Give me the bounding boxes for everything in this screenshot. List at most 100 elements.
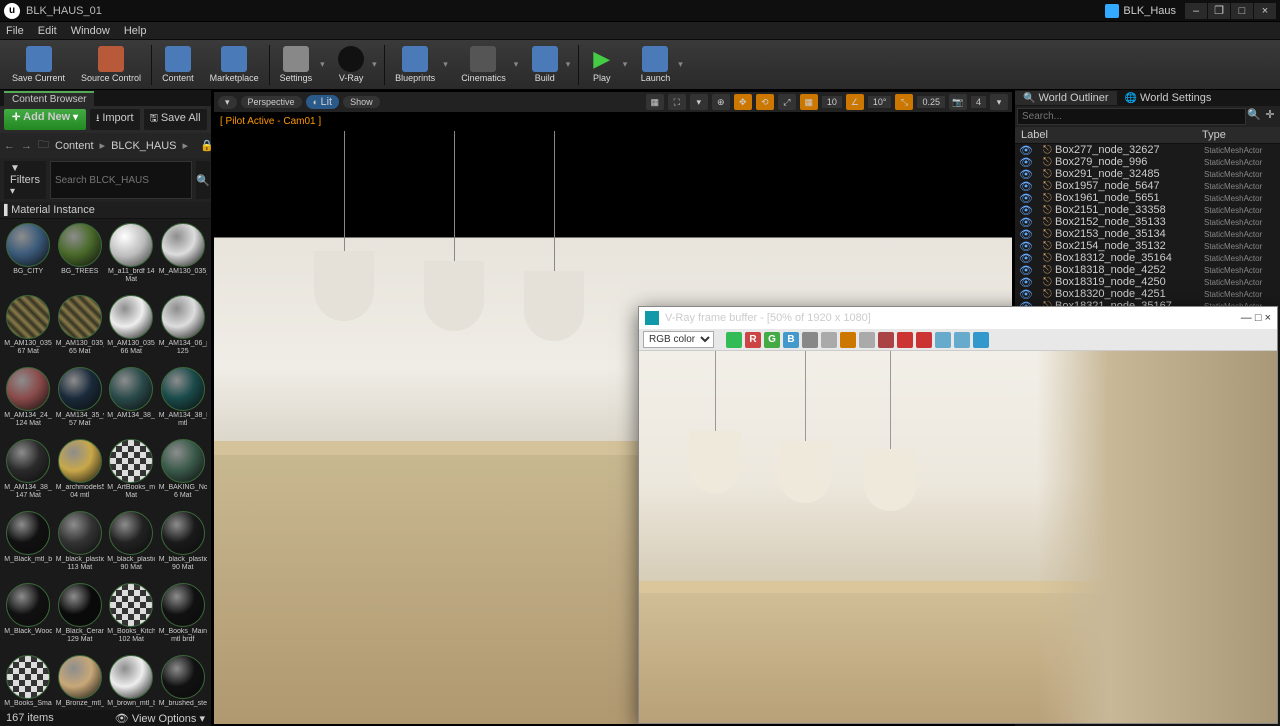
minimize-button[interactable]: –	[1185, 3, 1207, 19]
outliner-row[interactable]: 👁⎋Box18320_node_4251StaticMeshActor	[1015, 288, 1280, 300]
crumb-folder[interactable]: BLCK_HAUS	[111, 140, 176, 152]
play-button[interactable]: ▶Play	[581, 42, 623, 88]
asset-item[interactable]: M_ArtBooks_mtl_mtl_mtl_64 Mat	[107, 439, 156, 508]
asset-item[interactable]: M_AM130_035_005_mtl_brdf 65 Mat	[56, 295, 105, 364]
vray-maximize-button[interactable]: □	[1255, 312, 1262, 324]
grid-size[interactable]: 10	[822, 96, 842, 108]
game-view-icon[interactable]: ▦	[646, 94, 664, 110]
vray-minimize-button[interactable]: —	[1241, 312, 1252, 324]
asset-item[interactable]: M_AM130_035_001_mtl_brdf_mtl	[159, 223, 208, 292]
asset-item[interactable]: M_black_plastic_mtl_brdf 90 Mat	[159, 511, 208, 580]
menu-edit[interactable]: Edit	[38, 25, 57, 37]
asset-item[interactable]: M_brushed_steel_mtl_brdf_89_Mat	[159, 655, 208, 710]
launch-button[interactable]: Launch	[633, 42, 679, 88]
asset-item[interactable]: M_Books_Main_Shelf_Test mtl brdf	[159, 583, 208, 652]
outliner-row[interactable]: 👁⎋Box277_node_32627StaticMeshActor	[1015, 144, 1280, 156]
vray-render-view[interactable]	[639, 351, 1277, 723]
vray-title-bar[interactable]: V-Ray frame buffer - [50% of 1920 x 1080…	[639, 307, 1277, 329]
camera-speed-icon[interactable]: 📷	[949, 94, 967, 110]
snap-scale-icon[interactable]: ⤡	[895, 94, 913, 110]
menu-help[interactable]: Help	[124, 25, 147, 37]
asset-item[interactable]: M_brown_mtl_brdf_75_Mat	[107, 655, 156, 710]
filters-button[interactable]: ▼ Filters ▾	[4, 161, 46, 199]
menu-window[interactable]: Window	[71, 25, 110, 37]
maximize-button[interactable]: □	[1231, 3, 1253, 19]
outliner-row[interactable]: 👁⎋Box2153_node_35134StaticMeshActor	[1015, 228, 1280, 240]
vray-tool-icon[interactable]	[802, 332, 818, 348]
translate-icon[interactable]: ✥	[734, 94, 752, 110]
outliner-row[interactable]: 👁⎋Box18312_node_35164StaticMeshActor	[1015, 252, 1280, 264]
asset-item[interactable]: M_archmodels52_005 04 mtl	[56, 439, 105, 508]
asset-grid[interactable]: BG_CITYBG_TREESM_a11_brdf 14 MatM_AM130_…	[0, 219, 211, 710]
asset-item[interactable]: M_AM134_38_sticker_mtl_brdf 147 Mat	[4, 439, 53, 508]
source-control-button[interactable]: Source Control	[73, 42, 149, 88]
snap-angle-icon[interactable]: ∠	[846, 94, 864, 110]
bookmark-icon[interactable]: ▾	[690, 94, 708, 110]
vray-tool-icon[interactable]	[840, 332, 856, 348]
vray-tool-icon[interactable]	[973, 332, 989, 348]
save-current-button[interactable]: Save Current	[4, 42, 73, 88]
immersive-icon[interactable]: ⛶	[668, 94, 686, 110]
asset-item[interactable]: M_AM134_38_bottle_glass_white mtl	[159, 367, 208, 436]
cam-speed[interactable]: 4	[971, 96, 986, 108]
vray-close-button[interactable]: ×	[1265, 312, 1271, 324]
v-ray-button[interactable]: V-Ray	[330, 42, 372, 88]
vray-frame-buffer-window[interactable]: V-Ray frame buffer - [50% of 1920 x 1080…	[638, 306, 1278, 724]
asset-item[interactable]: M_Books_Small_Shelf_Mat	[4, 655, 53, 710]
content-button[interactable]: Content	[154, 42, 202, 88]
perspective-button[interactable]: Perspective	[241, 96, 302, 108]
lit-button[interactable]: ◐ Lit	[306, 95, 340, 109]
outliner-search-input[interactable]	[1017, 108, 1246, 125]
scale-icon[interactable]: ⤢	[778, 94, 796, 110]
transform-icon[interactable]: ⊕	[712, 94, 730, 110]
rotate-icon[interactable]: ⟲	[756, 94, 774, 110]
view-options-button[interactable]: 👁 View Options ▾	[115, 712, 205, 725]
vray-tool-icon[interactable]	[897, 332, 913, 348]
close-button[interactable]: ×	[1254, 3, 1276, 19]
search-icon[interactable]: 🔍	[1246, 108, 1262, 125]
menu-file[interactable]: File	[6, 25, 24, 37]
vray-tool-icon[interactable]: R	[745, 332, 761, 348]
import-button[interactable]: ⭳ Import	[90, 109, 139, 130]
asset-item[interactable]: M_Books_Kitchen_mtl_brdf 102 Mat	[107, 583, 156, 652]
nav-back-icon[interactable]: ←	[4, 140, 15, 152]
marketplace-button[interactable]: Marketplace	[202, 42, 267, 88]
outliner-row[interactable]: 👁⎋Box2151_node_33358StaticMeshActor	[1015, 204, 1280, 216]
snap-grid-icon[interactable]: ▦	[800, 94, 818, 110]
crumb-content[interactable]: Content	[55, 140, 94, 152]
add-new-button[interactable]: ✛ Add New ▾	[4, 109, 86, 130]
maximize-viewport-icon[interactable]: ▾	[990, 94, 1008, 110]
world-outliner-tab[interactable]: 🔍 World Outliner	[1015, 91, 1117, 105]
outliner-row[interactable]: 👁⎋Box279_node_996StaticMeshActor	[1015, 156, 1280, 168]
asset-item[interactable]: M_a11_brdf 14 Mat	[107, 223, 156, 292]
vray-tool-icon[interactable]: B	[783, 332, 799, 348]
angle-size[interactable]: 10°	[868, 96, 892, 108]
asset-item[interactable]: M_Bronze_mtl_brdf_40_Mat	[56, 655, 105, 710]
asset-item[interactable]: BG_CITY	[4, 223, 53, 292]
outliner-row[interactable]: 👁⎋Box2152_node_35133StaticMeshActor	[1015, 216, 1280, 228]
outliner-row[interactable]: 👁⎋Box291_node_32485StaticMeshActor	[1015, 168, 1280, 180]
asset-item[interactable]: M_black_plastic_mtl_brdf 113 Mat	[56, 511, 105, 580]
restore-button[interactable]: ❐	[1208, 3, 1230, 19]
asset-item[interactable]: M_AM130_035_007_mtl_brdf 66 Mat	[107, 295, 156, 364]
blueprints-button[interactable]: Blueprints	[387, 42, 443, 88]
outliner-row[interactable]: 👁⎋Box2154_node_35132StaticMeshActor	[1015, 240, 1280, 252]
search-input[interactable]	[50, 161, 192, 199]
outliner-row[interactable]: 👁⎋Box1961_node_5651StaticMeshActor	[1015, 192, 1280, 204]
asset-item[interactable]: M_AM134_38_20_Defaultfds	[107, 367, 156, 436]
asset-item[interactable]: M_AM134_35_water_mtl_brdf 57 Mat	[56, 367, 105, 436]
vray-tool-icon[interactable]	[916, 332, 932, 348]
build-button[interactable]: Build	[524, 42, 566, 88]
asset-item[interactable]: M_AM134_24_shoe_01_mtl_brdf 124 Mat	[4, 367, 53, 436]
vray-tool-icon[interactable]: G	[764, 332, 780, 348]
asset-item[interactable]: M_AM134_06_paper_bas_brdf 125	[159, 295, 208, 364]
vray-tool-icon[interactable]	[821, 332, 837, 348]
channel-select[interactable]: RGB color	[643, 331, 714, 348]
type-column[interactable]: Type	[1202, 129, 1274, 141]
add-filter-icon[interactable]: ✛	[1262, 108, 1278, 125]
asset-item[interactable]: M_AM130_035_003_mtl_brdf 67 Mat	[4, 295, 53, 364]
vray-tool-icon[interactable]	[859, 332, 875, 348]
label-column[interactable]: Label	[1021, 129, 1202, 141]
folder-icon[interactable]: 🗀	[38, 136, 49, 155]
vray-tool-icon[interactable]	[878, 332, 894, 348]
